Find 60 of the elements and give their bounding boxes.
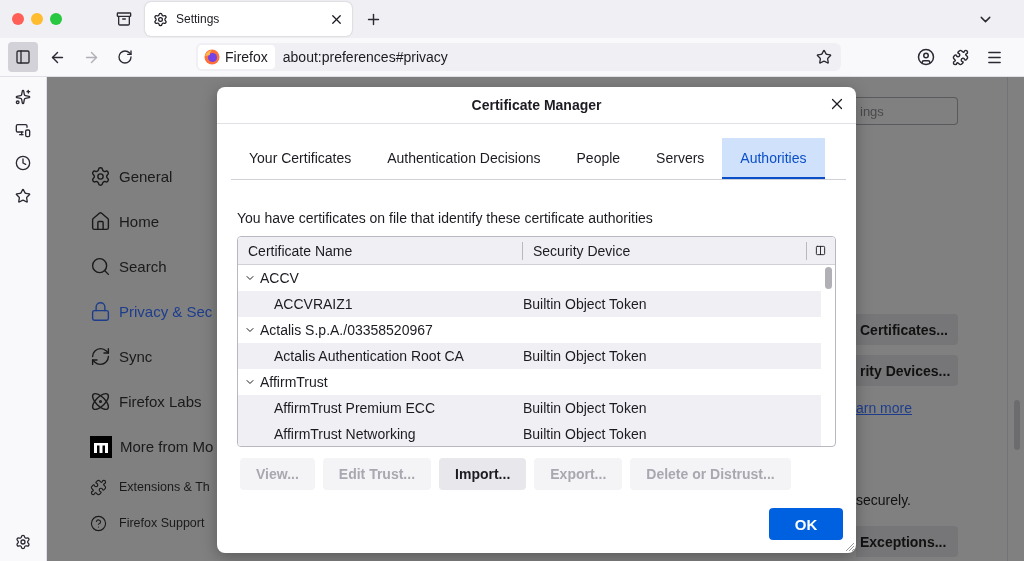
- dialog-button[interactable]: Import...: [439, 458, 527, 490]
- close-window-button[interactable]: [12, 13, 24, 25]
- group-name: AffirmTrust: [260, 374, 328, 390]
- table-cell-text: Builtin Object Token: [523, 426, 648, 442]
- tab-title: Settings: [176, 12, 221, 26]
- gear-icon: [153, 11, 168, 27]
- dialog-tab[interactable]: Servers: [638, 138, 723, 179]
- nav-item[interactable]: Firefox Labs: [119, 393, 202, 410]
- table-cell-text: Builtin Object Token: [523, 296, 648, 312]
- nav-item[interactable]: Firefox Support: [119, 516, 205, 530]
- column-header[interactable]: Security Device: [523, 241, 807, 260]
- nav-item[interactable]: More from Mo: [120, 438, 214, 455]
- dialog-title: Certificate Manager: [471, 97, 602, 113]
- atom-icon: [90, 391, 111, 412]
- dialog-tab[interactable]: Authorities: [722, 138, 825, 179]
- browser-tab[interactable]: Settings: [145, 2, 352, 36]
- address-bar[interactable]: Firefox about:preferences#privacy: [196, 43, 841, 71]
- table-cell[interactable]: Actalis S.p.A./03358520967: [238, 322, 523, 338]
- dialog-tab[interactable]: Your Certificates: [231, 138, 370, 179]
- group-name: ACCV: [260, 270, 299, 286]
- table-cell-text: Actalis Authentication Root CA: [273, 348, 465, 364]
- dialog-tab[interactable]: Authentication Decisions: [369, 138, 559, 179]
- nav-item[interactable]: Home: [119, 213, 159, 230]
- sync-icon: [90, 346, 111, 367]
- ok-button[interactable]: OK: [769, 508, 843, 540]
- exceptions-button[interactable]: Exceptions...: [856, 526, 958, 557]
- search-icon: [90, 256, 111, 277]
- identity-chip[interactable]: Firefox: [198, 45, 275, 69]
- mozilla-logo-icon: [90, 435, 112, 458]
- table-cell-text: Builtin Object Token: [523, 348, 648, 364]
- firefox-logo-icon: [204, 49, 220, 65]
- dialog-tab[interactable]: People: [558, 138, 639, 179]
- settings-button[interactable]: rity Devices...: [856, 355, 958, 386]
- learn-more-link[interactable]: arn more: [856, 400, 913, 416]
- table-cell-text: AffirmTrust Premium ECC: [273, 400, 436, 416]
- nav-item[interactable]: Privacy & Sec: [119, 303, 213, 320]
- resize-grip-icon[interactable]: [845, 542, 855, 552]
- table-cell-text: AffirmTrust Networking: [273, 426, 417, 442]
- description-text: securely.: [856, 492, 911, 508]
- column-picker-icon[interactable]: [815, 245, 826, 256]
- settings-button[interactable]: Certificates...: [856, 314, 958, 345]
- table-cell[interactable]: ACCV: [238, 270, 523, 286]
- nav-item[interactable]: Extensions & Th: [119, 480, 210, 494]
- help-icon: [90, 514, 107, 532]
- lock-icon: [90, 301, 111, 322]
- description-text: You have certificates on file that identify these certificate authorities: [237, 210, 654, 226]
- puzzle-icon: [90, 478, 107, 496]
- gear-icon: [90, 166, 111, 187]
- table-cell-text: Builtin Object Token: [523, 400, 648, 416]
- nav-item[interactable]: General: [119, 168, 173, 185]
- table-cell-text: ACCVRAIZ1: [273, 296, 354, 312]
- sidebar-toggle-icon[interactable]: [8, 42, 38, 72]
- url-text: about:preferences#privacy: [282, 49, 449, 65]
- scrollbar-thumb[interactable]: [825, 267, 832, 289]
- home-icon: [90, 211, 111, 232]
- table-cell[interactable]: AffirmTrust: [238, 374, 523, 390]
- nav-item[interactable]: Search: [119, 258, 167, 275]
- group-name: Actalis S.p.A./03358520967: [260, 322, 433, 338]
- nav-item[interactable]: Sync: [119, 348, 153, 365]
- column-header[interactable]: Certificate Name: [238, 241, 523, 260]
